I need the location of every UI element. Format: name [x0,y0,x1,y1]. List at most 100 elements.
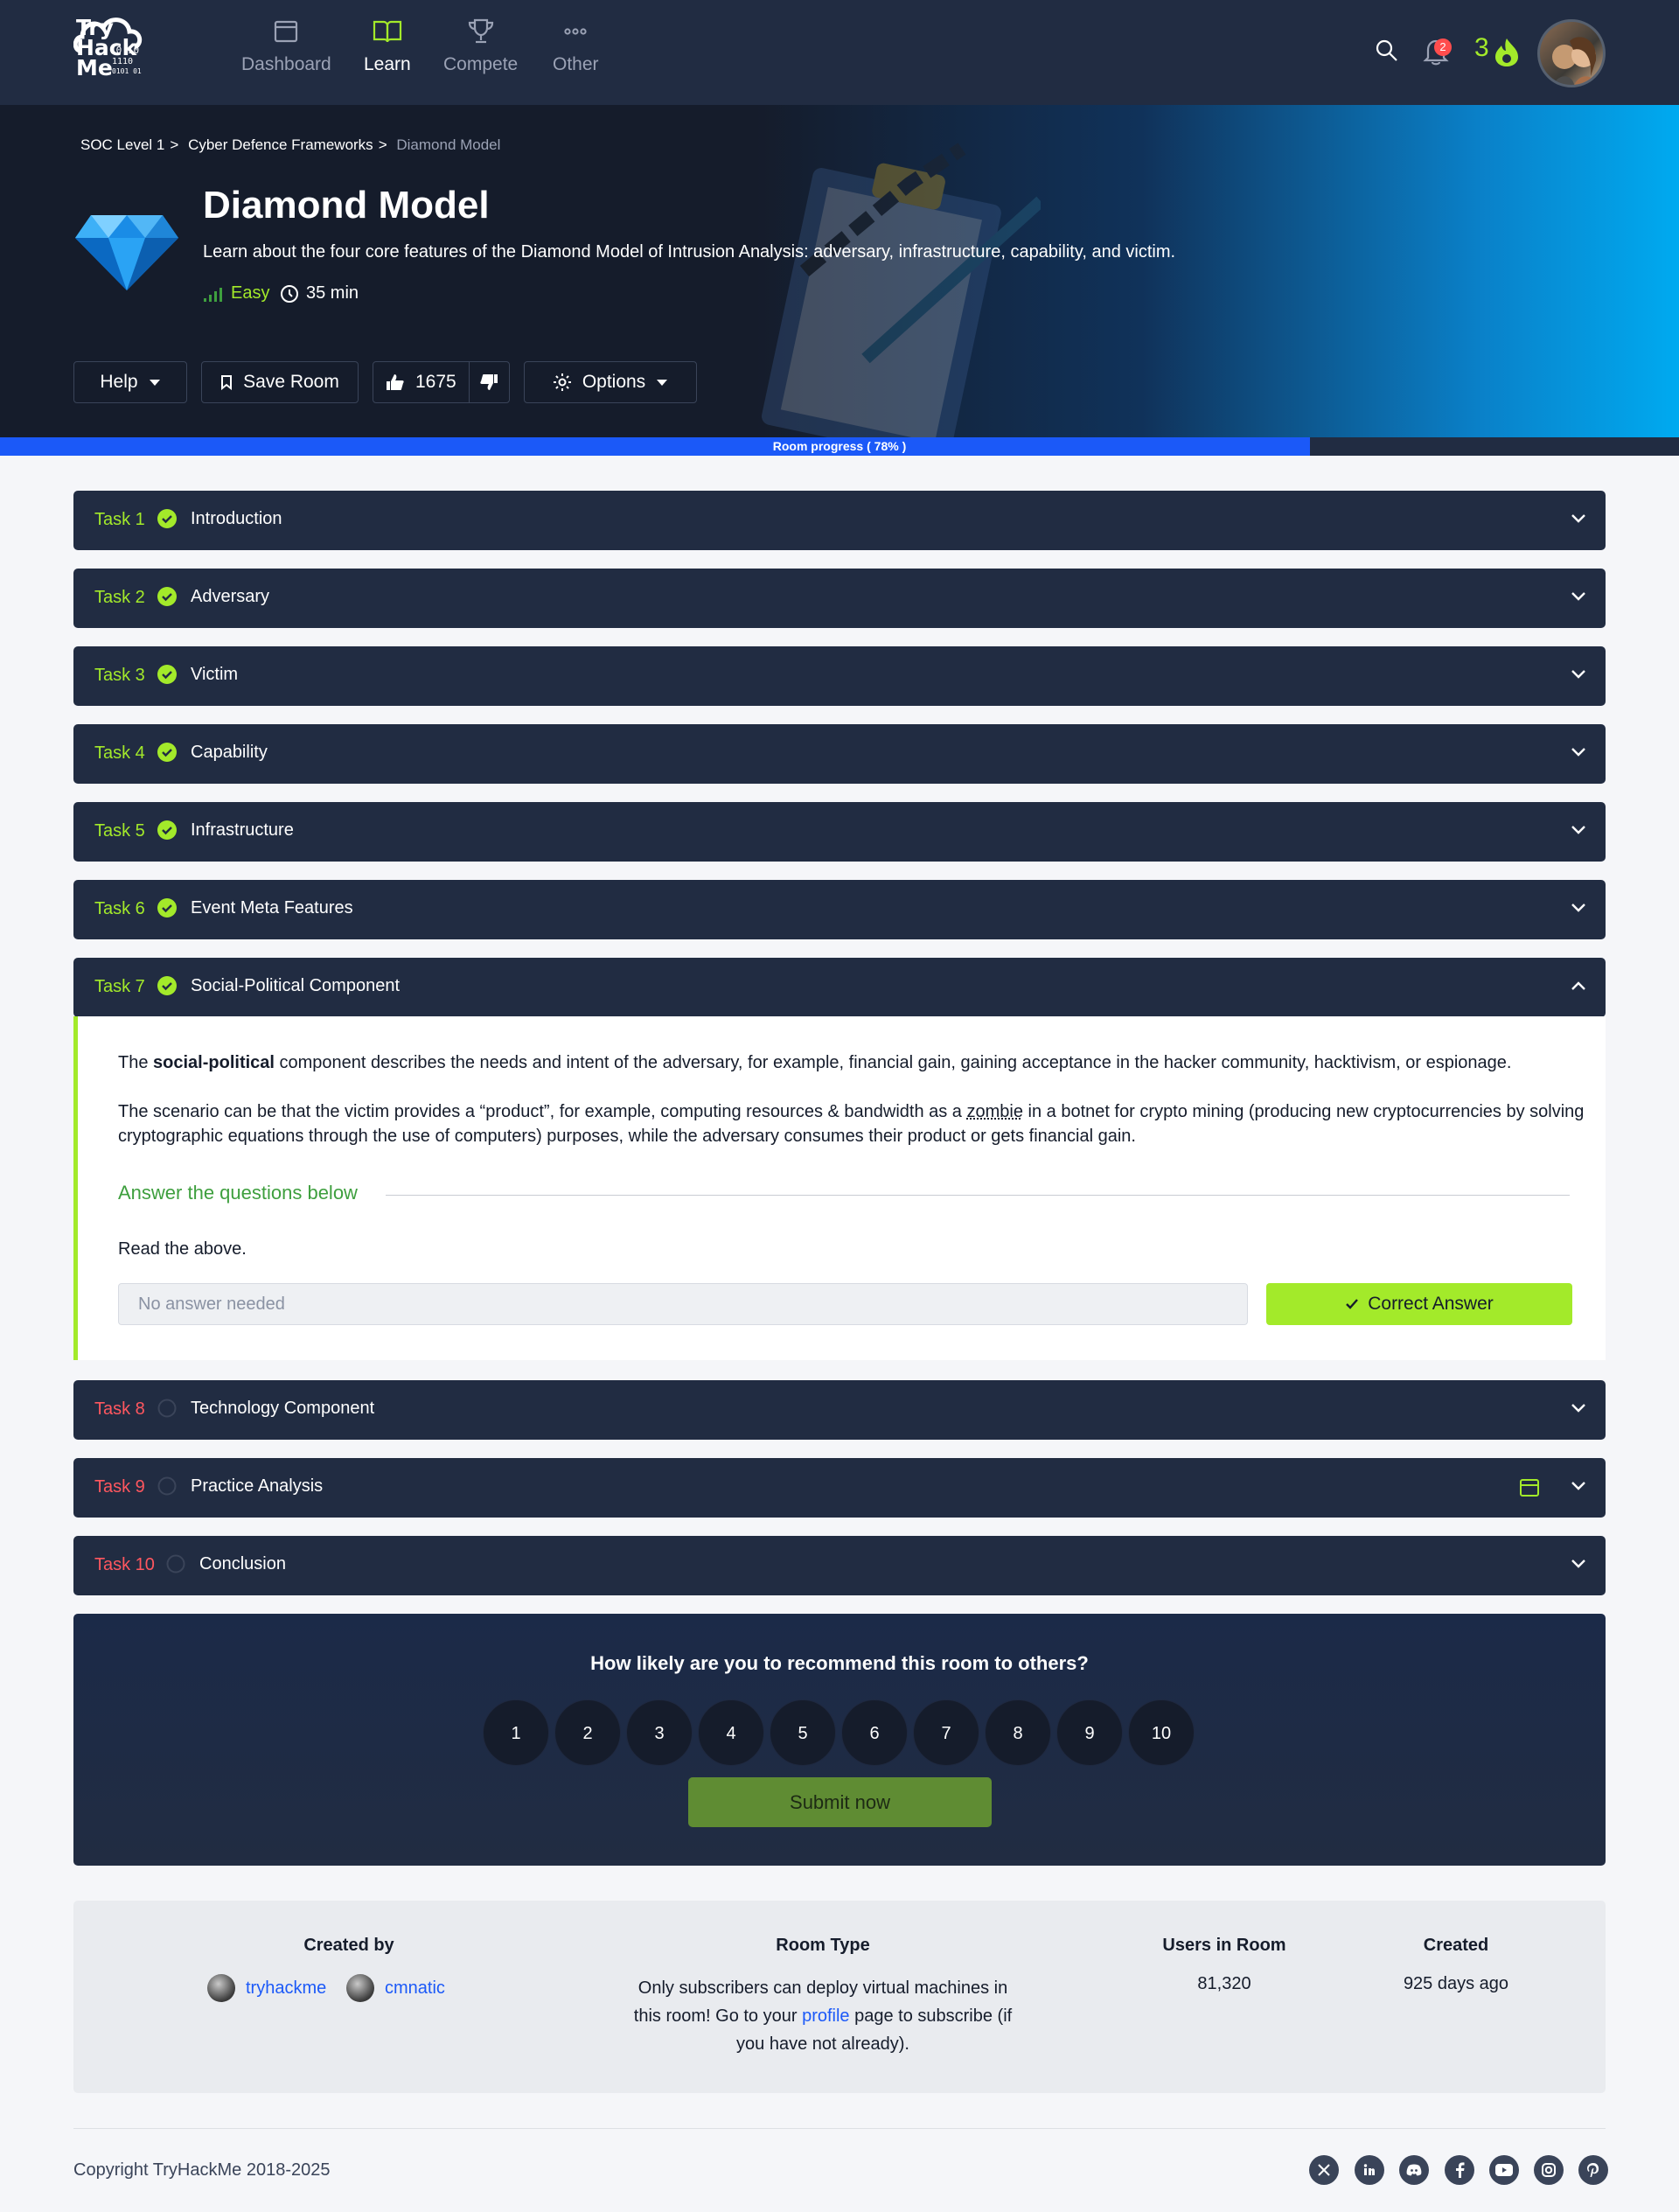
check-circle-icon [157,509,177,528]
nav-other[interactable]: Other [553,17,599,75]
like-button[interactable]: 1675 [373,372,469,393]
task-6-header[interactable]: Task 6 Event Meta Features [73,880,1606,939]
created-by-heading: Created by [303,1936,394,1955]
rating-option-4[interactable]: 4 [698,1699,764,1766]
zombie-tooltip-term[interactable]: zombie [967,1102,1023,1121]
empty-circle-icon [157,1399,177,1418]
task-10-header[interactable]: Task 10 Conclusion [73,1536,1606,1595]
rating-option-3[interactable]: 3 [626,1699,693,1766]
save-room-label: Save Room [243,372,339,392]
rating-option-9[interactable]: 9 [1056,1699,1123,1766]
created-value: 925 days ago [1403,1974,1509,1993]
trophy-icon [468,18,493,44]
flame-icon [1495,38,1518,66]
pinterest-icon[interactable] [1578,2155,1608,2185]
chevron-down-icon[interactable] [1571,1481,1586,1491]
help-label: Help [100,372,138,392]
chevron-down-icon[interactable] [1571,747,1586,757]
clipboard-chain-illustration [761,143,1041,437]
creator-name: cmnatic [385,1978,445,1998]
breadcrumb-cyber-defence[interactable]: Cyber Defence Frameworks [188,136,373,153]
linkedin-icon[interactable] [1355,2155,1384,2185]
thumbs-up-icon [387,374,404,390]
task-7-header[interactable]: Task 7 Social-Political Component [73,958,1606,1017]
facebook-icon[interactable] [1445,2155,1474,2185]
rating-option-2[interactable]: 2 [554,1699,621,1766]
rating-option-10[interactable]: 10 [1128,1699,1195,1766]
room-type-text: Only subscribers can deploy virtual mach… [626,1974,1020,2058]
correct-answer-button[interactable]: Correct Answer [1266,1283,1572,1325]
nav-compete-label: Compete [443,54,519,74]
check-circle-icon [157,976,177,995]
bookmark-icon [221,375,233,390]
footer-divider [73,2128,1606,2129]
youtube-icon[interactable] [1489,2155,1519,2185]
rating-option-1[interactable]: 1 [483,1699,549,1766]
top-navbar: 10 10 1110 0101 01 Try Hack Me Dashboard… [0,0,1679,105]
options-button[interactable]: Options [524,361,697,403]
rating-option-8[interactable]: 8 [985,1699,1051,1766]
logo-wordmark: Try Hack Me [76,17,136,80]
room-header: SOC Level 1 > Cyber Defence Frameworks > D… [0,105,1679,437]
chevron-up-icon[interactable] [1571,980,1586,991]
search-icon[interactable] [1375,38,1399,63]
task-2-header[interactable]: Task 2 Adversary [73,569,1606,628]
dislike-button[interactable] [469,373,509,391]
task-number: Task 9 [94,1477,145,1497]
rating-option-6[interactable]: 6 [841,1699,908,1766]
check-circle-icon [157,898,177,918]
save-room-button[interactable]: Save Room [201,361,359,403]
creator-cmnatic[interactable]: cmnatic [346,1974,445,2002]
task-number: Task 5 [94,821,145,841]
profile-link[interactable]: profile [802,2006,849,2026]
check-circle-icon [157,587,177,606]
nav-compete[interactable]: Compete [443,17,518,75]
duration-label: 35 min [306,283,359,303]
diamond-icon [75,215,178,290]
chevron-down-icon[interactable] [1571,669,1586,680]
correct-answer-label: Correct Answer [1368,1294,1494,1314]
room-description: Learn about the four core features of th… [203,242,1176,262]
machine-window-icon [1520,1479,1539,1497]
task-number: Task 6 [94,899,145,918]
thumbs-down-icon [480,374,498,390]
submit-rating-button[interactable]: Submit now [688,1777,992,1827]
vote-group: 1675 [373,361,510,403]
task-9-header[interactable]: Task 9 Practice Analysis [73,1458,1606,1518]
chevron-down-icon[interactable] [1571,513,1586,524]
question-text: Read the above. [118,1239,247,1259]
streak-count[interactable]: 3 [1474,33,1489,63]
task-4-header[interactable]: Task 4 Capability [73,724,1606,784]
logo-word-me: Me [76,55,113,80]
nav-dashboard[interactable]: Dashboard [241,17,331,75]
help-button[interactable]: Help [73,361,187,403]
x-icon[interactable] [1309,2155,1339,2185]
instagram-icon[interactable] [1534,2155,1564,2185]
task-number: Task 2 [94,588,145,607]
check-circle-icon [157,820,177,840]
discord-icon[interactable] [1399,2155,1429,2185]
rating-option-5[interactable]: 5 [770,1699,836,1766]
breadcrumb-soc-level-1[interactable]: SOC Level 1 [80,136,164,153]
chevron-down-icon[interactable] [1571,825,1586,835]
p1-bold: social-political [153,1053,275,1072]
task-3-header[interactable]: Task 3 Victim [73,646,1606,706]
breadcrumb-current: Diamond Model [396,136,501,153]
notification-badge: 2 [1434,38,1452,56]
creator-tryhackme[interactable]: tryhackme [207,1974,326,2002]
check-circle-icon [157,665,177,684]
task-1-header[interactable]: Task 1 Introduction [73,491,1606,550]
chevron-down-icon[interactable] [1571,1559,1586,1569]
task-5-header[interactable]: Task 5 Infrastructure [73,802,1606,862]
p2-pre: The scenario can be that the victim prov… [118,1102,967,1121]
answer-input[interactable]: No answer needed [118,1283,1248,1325]
dashboard-icon [275,20,298,43]
chevron-down-icon[interactable] [1571,903,1586,913]
user-avatar[interactable] [1537,19,1606,87]
created-heading: Created [1423,1936,1489,1955]
chevron-down-icon[interactable] [1571,591,1586,602]
nav-learn[interactable]: Learn [364,17,411,75]
chevron-down-icon[interactable] [1571,1403,1586,1413]
task-8-header[interactable]: Task 8 Technology Component [73,1380,1606,1440]
rating-option-7[interactable]: 7 [913,1699,979,1766]
